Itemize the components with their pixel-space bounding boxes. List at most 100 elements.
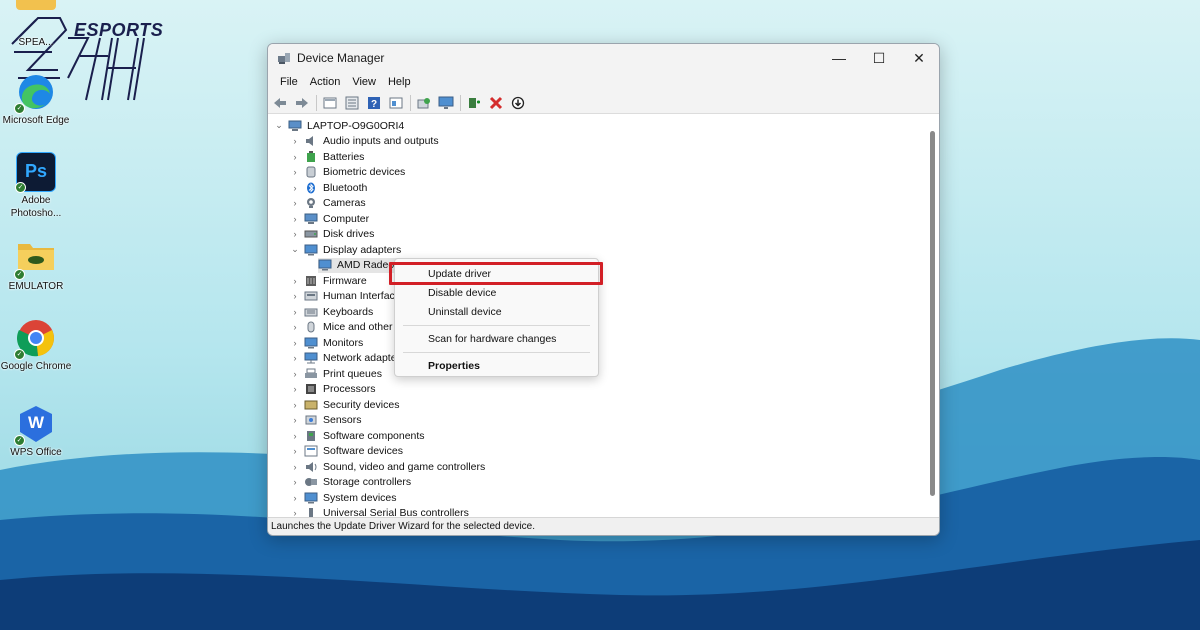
bluetooth-icon	[304, 182, 318, 194]
menu-item-disable-device[interactable]: Disable device	[395, 284, 598, 302]
tree-item[interactable]: ⌄ Display adapters	[290, 242, 401, 257]
desktop-icon-label: EMULATOR	[8, 281, 64, 292]
download-icon[interactable]	[509, 94, 527, 112]
desktop-icon-emulator[interactable]: ✓ EMULATOR	[0, 238, 72, 293]
add-driver-icon[interactable]	[465, 94, 483, 112]
tree-item[interactable]: › Disk drives	[290, 227, 375, 242]
close-button[interactable]: ✕	[899, 44, 939, 72]
tree-item[interactable]: › System devices	[290, 490, 397, 505]
photoshop-glyph: Ps	[24, 161, 48, 181]
tree-item[interactable]: › Audio inputs and outputs	[290, 134, 439, 149]
chevron-right-icon[interactable]: ›	[290, 291, 300, 301]
chevron-right-icon[interactable]: ›	[290, 493, 300, 503]
chevron-right-icon[interactable]: ›	[290, 322, 300, 332]
chevron-right-icon[interactable]: ›	[290, 152, 300, 162]
tree-item[interactable]: › Processors	[290, 382, 376, 397]
chevron-right-icon[interactable]: ›	[290, 307, 300, 317]
tree-item[interactable]: › Software components	[290, 428, 425, 443]
desktop-icon-folder[interactable]: SPEA...	[0, 0, 72, 49]
mouse-icon	[304, 321, 318, 333]
chevron-right-icon[interactable]: ›	[290, 477, 300, 487]
tree-item[interactable]: › Monitors	[290, 335, 364, 350]
chevron-down-icon[interactable]: ⌄	[290, 244, 300, 255]
desktop-icon-label: Microsoft Edge	[2, 115, 70, 126]
chevron-right-icon[interactable]: ›	[290, 229, 300, 239]
chevron-right-icon[interactable]: ›	[290, 183, 300, 193]
tree-root[interactable]: ⌄ LAPTOP-O9G0ORI4	[274, 118, 404, 133]
tree-item[interactable]: › Human Interface	[290, 289, 401, 304]
tree-item-label: Bluetooth	[323, 181, 368, 194]
refresh-icon[interactable]	[415, 94, 433, 112]
menu-item-scan-hardware[interactable]: Scan for hardware changes	[395, 330, 598, 348]
maximize-button[interactable]: ☐	[859, 44, 899, 72]
chevron-down-icon[interactable]: ⌄	[274, 120, 284, 131]
tree-item[interactable]: › Universal Serial Bus controllers	[290, 506, 469, 517]
chevron-right-icon[interactable]: ›	[290, 369, 300, 379]
speaker-icon	[304, 135, 318, 147]
display-icon	[318, 259, 332, 271]
desktop-icon-chrome[interactable]: ✓ Google Chrome	[0, 318, 72, 373]
edge-icon: ✓	[14, 72, 56, 114]
chevron-right-icon[interactable]: ›	[290, 400, 300, 410]
title-bar[interactable]: Device Manager — ☐ ✕	[268, 44, 939, 72]
chevron-right-icon[interactable]: ›	[290, 276, 300, 286]
forward-icon[interactable]	[293, 94, 311, 112]
properties-icon[interactable]	[321, 94, 339, 112]
tree-item[interactable]: › Storage controllers	[290, 475, 412, 490]
back-icon[interactable]	[271, 94, 289, 112]
help-icon[interactable]: ?	[365, 94, 383, 112]
menu-file[interactable]: File	[274, 76, 304, 88]
monitor-icon[interactable]	[437, 94, 455, 112]
tree-item[interactable]: › Security devices	[290, 397, 400, 412]
view-icon[interactable]	[343, 94, 361, 112]
menu-separator	[403, 352, 590, 353]
menu-help[interactable]: Help	[382, 76, 417, 88]
tree-item[interactable]: › Firmware	[290, 273, 367, 288]
menu-action[interactable]: Action	[304, 76, 347, 88]
chevron-right-icon[interactable]: ›	[290, 167, 300, 177]
vertical-scrollbar[interactable]	[930, 131, 935, 496]
tree-item[interactable]: › Keyboards	[290, 304, 374, 319]
chevron-right-icon[interactable]: ›	[290, 462, 300, 472]
tree-item-label: Sound, video and game controllers	[323, 460, 486, 473]
tree-item-label: Processors	[323, 383, 376, 395]
chevron-right-icon[interactable]: ›	[290, 508, 300, 517]
chevron-right-icon[interactable]: ›	[290, 353, 300, 363]
tree-item[interactable]: › Network adapte	[290, 351, 397, 366]
monitor-icon	[304, 337, 318, 349]
chevron-right-icon[interactable]: ›	[290, 214, 300, 224]
tree-item[interactable]: › Sound, video and game controllers	[290, 459, 486, 474]
sync-check-icon: ✓	[15, 182, 26, 193]
chevron-right-icon[interactable]: ›	[290, 384, 300, 394]
device-tree[interactable]: ⌄ LAPTOP-O9G0ORI4 › Audio inputs and out…	[268, 115, 939, 517]
sync-check-icon: ✓	[14, 269, 25, 280]
chevron-right-icon[interactable]: ›	[290, 415, 300, 425]
menu-item-properties[interactable]: Properties	[395, 357, 598, 375]
uninstall-icon[interactable]	[487, 94, 505, 112]
tree-item[interactable]: › Mice and other p	[290, 320, 402, 335]
desktop-icon-photoshop[interactable]: Ps ✓ Adobe Photosho...	[0, 152, 72, 220]
toolbar-separator	[410, 94, 411, 111]
tree-item[interactable]: › Sensors	[290, 413, 362, 428]
menu-view[interactable]: View	[346, 76, 382, 88]
display-icon	[304, 244, 318, 256]
tree-item[interactable]: › Batteries	[290, 149, 364, 164]
chevron-right-icon[interactable]: ›	[290, 446, 300, 456]
chevron-right-icon[interactable]: ›	[290, 338, 300, 348]
tree-item[interactable]: › Cameras	[290, 196, 366, 211]
battery-icon	[304, 150, 318, 163]
desktop-icon-wps[interactable]: W ✓ WPS Office	[0, 404, 72, 459]
desktop-icon-edge[interactable]: ✓ Microsoft Edge	[0, 72, 72, 127]
camera-icon	[304, 197, 318, 209]
tree-item[interactable]: › Computer	[290, 211, 370, 226]
tree-item[interactable]: › Print queues	[290, 366, 382, 381]
chevron-right-icon[interactable]: ›	[290, 198, 300, 208]
view2-icon[interactable]	[387, 94, 405, 112]
minimize-button[interactable]: —	[819, 44, 859, 72]
tree-item[interactable]: › Biometric devices	[290, 165, 406, 180]
menu-item-uninstall-device[interactable]: Uninstall device	[395, 303, 598, 321]
tree-item[interactable]: › Software devices	[290, 444, 403, 459]
tree-item[interactable]: › Bluetooth	[290, 180, 368, 195]
chevron-right-icon[interactable]: ›	[290, 136, 300, 146]
chevron-right-icon[interactable]: ›	[290, 431, 300, 441]
